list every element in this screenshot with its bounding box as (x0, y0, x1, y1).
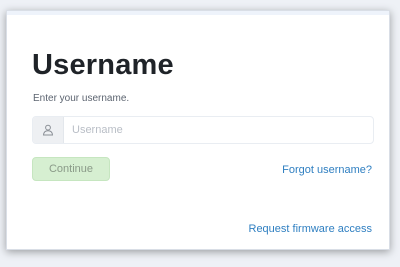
username-input[interactable] (64, 117, 373, 143)
user-icon-svg (42, 124, 54, 136)
card-top-edge (7, 11, 389, 15)
login-card: Username Enter your username. Continue F… (6, 10, 390, 250)
user-icon (33, 117, 64, 143)
request-firmware-access-link[interactable]: Request firmware access (249, 223, 373, 235)
forgot-username-link[interactable]: Forgot username? (282, 164, 372, 176)
username-input-group (32, 116, 374, 144)
page-title: Username (32, 49, 174, 81)
continue-button[interactable]: Continue (32, 157, 110, 181)
page-subtitle: Enter your username. (33, 93, 130, 104)
